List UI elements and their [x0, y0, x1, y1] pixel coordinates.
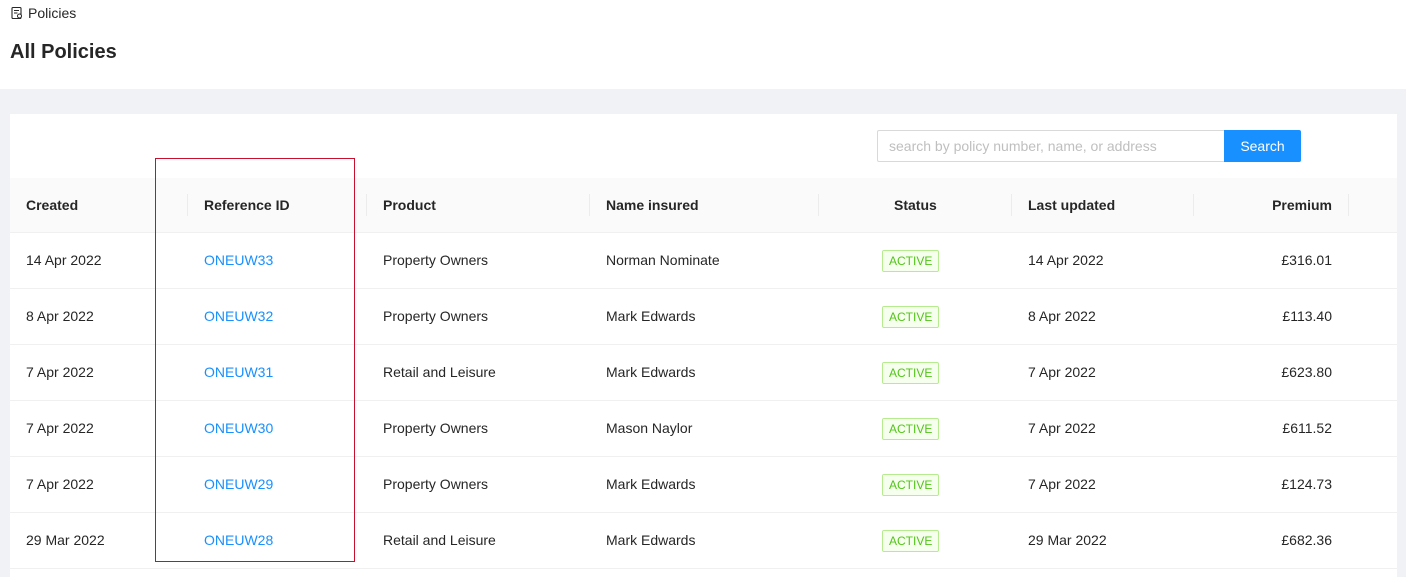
column-header-status[interactable]: Status: [894, 178, 937, 232]
column-divider: [187, 194, 188, 216]
premium-cell: £623.80: [1281, 364, 1332, 380]
page-title: All Policies: [10, 41, 117, 63]
document-icon: [11, 6, 22, 20]
reference-id-link[interactable]: ONEUW29: [204, 476, 273, 492]
column-divider: [589, 194, 590, 216]
reference-id-cell: ONEUW28: [204, 513, 273, 568]
product-cell: Retail and Leisure: [383, 532, 496, 548]
column-header-last-updated[interactable]: Last updated: [1028, 178, 1115, 232]
reference-id-cell: ONEUW30: [204, 401, 273, 456]
created-cell: 29 Mar 2022: [26, 532, 105, 548]
column-header-created[interactable]: Created: [26, 178, 78, 232]
created-cell: 7 Apr 2022: [26, 476, 94, 492]
premium-cell: £682.36: [1281, 532, 1332, 548]
breadcrumb: Policies: [10, 5, 76, 21]
column-header-premium[interactable]: Premium: [1210, 178, 1332, 232]
last-updated-cell: 7 Apr 2022: [1028, 476, 1096, 492]
breadcrumb-label[interactable]: Policies: [28, 5, 76, 21]
created-cell: 14 Apr 2022: [26, 252, 102, 268]
column-divider: [1193, 194, 1194, 216]
reference-id-link[interactable]: ONEUW28: [204, 532, 273, 548]
reference-id-link[interactable]: ONEUW33: [204, 252, 273, 268]
table-row[interactable]: 14 Apr 2022 ONEUW33 Property Owners Norman …: [10, 233, 1397, 289]
status-badge: ACTIVE: [882, 474, 940, 496]
reference-id-cell: ONEUW32: [204, 289, 273, 344]
created-cell: 7 Apr 2022: [26, 364, 94, 380]
reference-id-link[interactable]: ONEUW32: [204, 308, 273, 324]
name-insured-cell: Mark Edwards: [606, 532, 696, 548]
created-cell: 7 Apr 2022: [26, 420, 94, 436]
reference-id-cell: ONEUW33: [204, 233, 273, 288]
table-row[interactable]: 8 Apr 2022 ONEUW32 Property Owners Mark Edw…: [10, 289, 1397, 345]
page-header: Policies All Policies: [0, 0, 1406, 89]
name-insured-cell: Norman Nominate: [606, 252, 720, 268]
product-cell: Property Owners: [383, 308, 489, 324]
column-divider: [1011, 194, 1012, 216]
premium-cell: £316.01: [1281, 252, 1332, 268]
status-badge: ACTIVE: [882, 530, 940, 552]
status-badge: ACTIVE: [882, 306, 940, 328]
last-updated-cell: 7 Apr 2022: [1028, 364, 1096, 380]
reference-id-link[interactable]: ONEUW30: [204, 420, 273, 436]
table-row[interactable]: 7 Apr 2022 ONEUW29 Property Owners Mark Edw…: [10, 457, 1397, 513]
reference-id-link[interactable]: ONEUW31: [204, 364, 273, 380]
column-header-reference-id[interactable]: Reference ID: [204, 178, 290, 232]
status-badge: ACTIVE: [882, 418, 940, 440]
name-insured-cell: Mason Naylor: [606, 420, 693, 436]
created-cell: 8 Apr 2022: [26, 308, 94, 324]
column-header-name-insured[interactable]: Name insured: [606, 178, 699, 232]
last-updated-cell: 7 Apr 2022: [1028, 420, 1096, 436]
last-updated-cell: 29 Mar 2022: [1028, 532, 1107, 548]
product-cell: Property Owners: [383, 476, 489, 492]
column-divider: [1348, 194, 1349, 216]
status-badge: ACTIVE: [882, 250, 940, 272]
column-divider: [366, 194, 367, 216]
last-updated-cell: 8 Apr 2022: [1028, 308, 1096, 324]
table-row[interactable]: 29 Mar 2022 ONEUW28 Retail and Leisure Mark…: [10, 513, 1397, 569]
premium-cell: £113.40: [1282, 308, 1332, 324]
reference-id-cell: ONEUW31: [204, 345, 273, 400]
name-insured-cell: Mark Edwards: [606, 364, 696, 380]
premium-cell: £124.73: [1281, 476, 1332, 492]
table-row[interactable]: 7 Apr 2022 ONEUW31 Retail and Leisure Mark …: [10, 345, 1397, 401]
last-updated-cell: 14 Apr 2022: [1028, 252, 1104, 268]
reference-id-cell: ONEUW29: [204, 457, 273, 512]
premium-cell: £611.52: [1282, 420, 1332, 436]
column-divider: [818, 194, 819, 216]
name-insured-cell: Mark Edwards: [606, 476, 696, 492]
table-header: Created Reference ID Product Name insure…: [10, 178, 1397, 233]
search-input[interactable]: [877, 130, 1224, 162]
product-cell: Property Owners: [383, 252, 489, 268]
table-row[interactable]: 7 Apr 2022 ONEUW30 Property Owners Mason Na…: [10, 401, 1397, 457]
status-badge: ACTIVE: [882, 362, 940, 384]
product-cell: Property Owners: [383, 420, 489, 436]
name-insured-cell: Mark Edwards: [606, 308, 696, 324]
product-cell: Retail and Leisure: [383, 364, 496, 380]
search-button[interactable]: Search: [1224, 130, 1301, 162]
column-header-product[interactable]: Product: [383, 178, 436, 232]
